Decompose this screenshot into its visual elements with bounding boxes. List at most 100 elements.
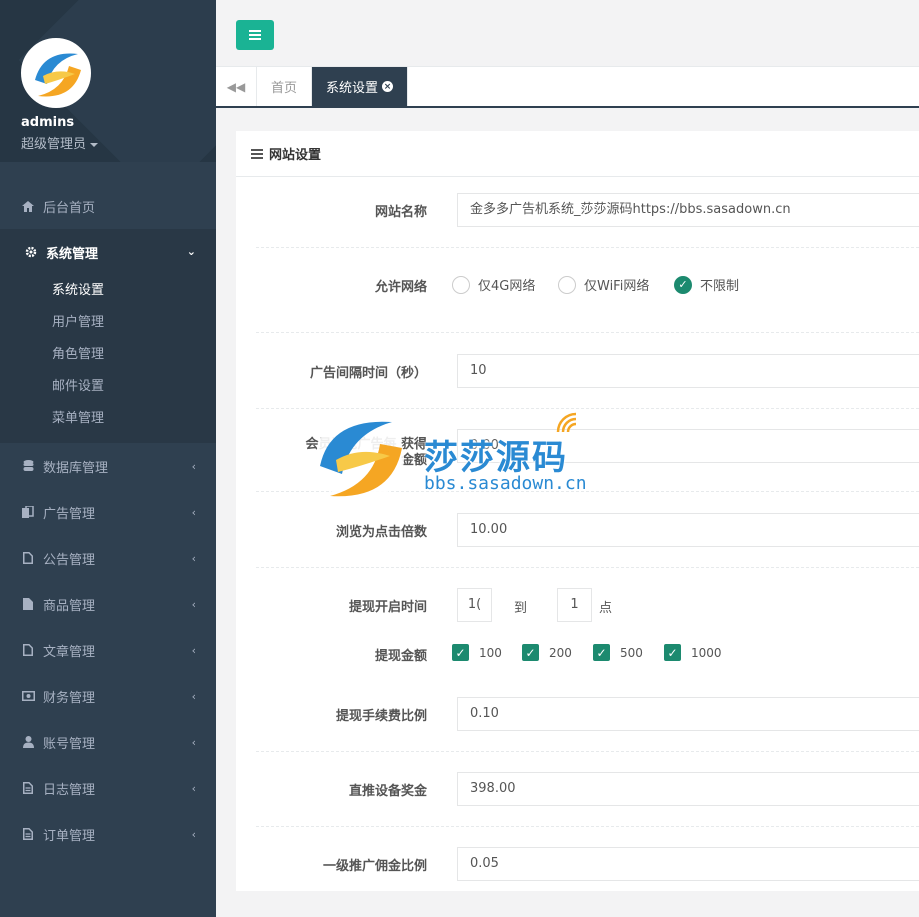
checkbox-amount-200[interactable]: ✓ 200 [522,644,572,661]
submenu-item-role-management[interactable]: 角色管理 [0,339,216,371]
withdraw-time-end-input[interactable]: 1 [557,588,592,622]
checkbox-amount-1000[interactable]: ✓ 1000 [664,644,722,661]
double-chevron-left-icon: ◀◀ [226,79,246,94]
tabs-scroll-left-button[interactable]: ◀◀ [216,67,257,106]
submenu-item-menu-management[interactable]: 菜单管理 [0,403,216,435]
member-reward-label-part: 金额 [400,453,427,468]
site-name-input[interactable]: 金多多广告机系统_莎莎源码https://bbs.sasadown.cn [457,193,919,227]
sidebar-toggle-button[interactable] [236,20,274,50]
withdraw-amount-label: 提现金额 [374,649,427,664]
chevron-left-icon: ‹ [191,644,196,657]
system-submenu: 系统设置 用户管理 角色管理 邮件设置 菜单管理 [0,275,216,443]
sidebar-item-products[interactable]: 商品管理 ‹ [0,581,216,627]
check-icon: ✓ [452,644,469,661]
checkbox-label: 100 [479,645,502,660]
sidebar: admins 超级管理员 后台首页 系统管理 ⌄ 系统设置 用户管理 角色管理 … [0,0,216,917]
sidebar-item-accounts[interactable]: 账号管理 ‹ [0,719,216,765]
file-icon [21,597,35,611]
sidebar-item-label: 系统管理 [46,246,99,262]
chevron-left-icon: ‹ [191,828,196,841]
member-reward-input[interactable]: 0.00 [457,429,919,463]
sidebar-item-articles[interactable]: 文章管理 ‹ [0,627,216,673]
close-icon[interactable]: × [382,81,394,92]
commission-label: 一级推广佣金比例 [322,859,427,874]
sidebar-item-system[interactable]: 系统管理 ⌄ [0,229,216,275]
fee-ratio-input[interactable]: 0.10 [457,697,919,731]
radio-unlimited[interactable]: ✓ 不限制 [674,275,739,294]
fee-ratio-label: 提现手续费比例 [335,709,427,724]
radio-label: 不限制 [700,279,740,294]
sidebar-item-label: 订单管理 [43,828,96,844]
sidebar-item-finance[interactable]: 财务管理 ‹ [0,673,216,719]
radio-wifi-only[interactable]: 仅WiFi网络 [558,275,649,294]
list-icon [21,781,35,795]
chevron-down-icon: ⌄ [186,245,196,258]
tab-bar: ◀◀ 首页 系统设置 × [216,67,919,108]
commission-input[interactable]: 0.05 [457,847,919,881]
sidebar-item-label: 广告管理 [43,506,96,522]
check-icon: ✓ [674,275,692,294]
withdraw-time-to-text: 到 [514,601,528,616]
user-role-dropdown[interactable]: 超级管理员 [21,133,99,152]
chevron-left-icon: ‹ [191,552,196,565]
sidebar-item-label: 数据库管理 [43,460,109,476]
withdraw-time-label: 提现开启时间 [348,600,427,615]
sidebar-item-dashboard[interactable]: 后台首页 [0,183,216,229]
main-content: 网站设置 网站名称 金多多广告机系统_莎莎源码https://bbs.sasad… [216,108,919,917]
submenu-item-system-settings[interactable]: 系统设置 [0,275,216,307]
profile-panel: admins 超级管理员 [0,0,216,162]
sidebar-item-label: 财务管理 [43,690,96,706]
tab-label: 系统设置 [326,81,379,96]
radio-label: 仅WiFi网络 [584,279,650,294]
divider [256,491,919,492]
file-icon [21,643,35,657]
ad-interval-input[interactable]: 10 [457,354,919,388]
site-name-label: 网站名称 [374,205,427,220]
sidebar-item-label: 公告管理 [43,552,96,568]
panel-title: 网站设置 [236,131,919,177]
chevron-left-icon: ‹ [191,690,196,703]
chevron-left-icon: ‹ [191,782,196,795]
radio-circle [452,275,470,294]
divider [256,408,919,409]
top-navbar [216,0,919,67]
sidebar-item-orders[interactable]: 订单管理 ‹ [0,811,216,857]
checkbox-amount-100[interactable]: ✓ 100 [452,644,502,661]
checkbox-label: 1000 [691,645,722,660]
divider [256,826,919,827]
member-reward-label-part: 获得 [400,437,427,452]
submenu-item-mail-settings[interactable]: 邮件设置 [0,371,216,403]
sidebar-item-ads[interactable]: 广告管理 ‹ [0,489,216,535]
tab-system-settings[interactable]: 系统设置 × [312,67,409,106]
tab-home[interactable]: 首页 [257,67,313,106]
money-icon [21,689,35,703]
sidebar-item-label: 后台首页 [43,200,96,216]
check-icon: ✓ [593,644,610,661]
submenu-item-user-management[interactable]: 用户管理 [0,307,216,339]
site-settings-panel: 网站设置 网站名称 金多多广告机系统_莎莎源码https://bbs.sasad… [236,131,919,891]
checkbox-label: 200 [549,645,572,660]
sidebar-item-logs[interactable]: 日志管理 ‹ [0,765,216,811]
network-label: 允许网络 [374,280,427,295]
user-role-label: 超级管理员 [21,137,87,152]
copy-icon [21,505,35,519]
click-multiplier-input[interactable]: 10.00 [457,513,919,547]
user-icon [21,735,35,749]
avatar[interactable] [21,38,91,108]
device-bonus-label: 直推设备奖金 [348,784,427,799]
radio-label: 仅4G网络 [478,279,536,294]
withdraw-time-start-input[interactable]: 1( [457,588,492,622]
device-bonus-input[interactable]: 398.00 [457,772,919,806]
file-icon [21,551,35,565]
withdraw-time-unit-text: 点 [599,601,613,616]
divider [256,247,919,248]
radio-4g-only[interactable]: 仅4G网络 [452,275,535,294]
checkbox-amount-500[interactable]: ✓ 500 [593,644,643,661]
ad-interval-label: 广告间隔时间（秒） [309,366,427,381]
sidebar-item-database[interactable]: 数据库管理 ‹ [0,443,216,489]
list-icon [251,148,263,159]
chevron-left-icon: ‹ [191,736,196,749]
member-reward-label: 会员浏览广告每 获得 金额 [236,437,427,469]
divider [256,332,919,333]
sidebar-item-announcements[interactable]: 公告管理 ‹ [0,535,216,581]
